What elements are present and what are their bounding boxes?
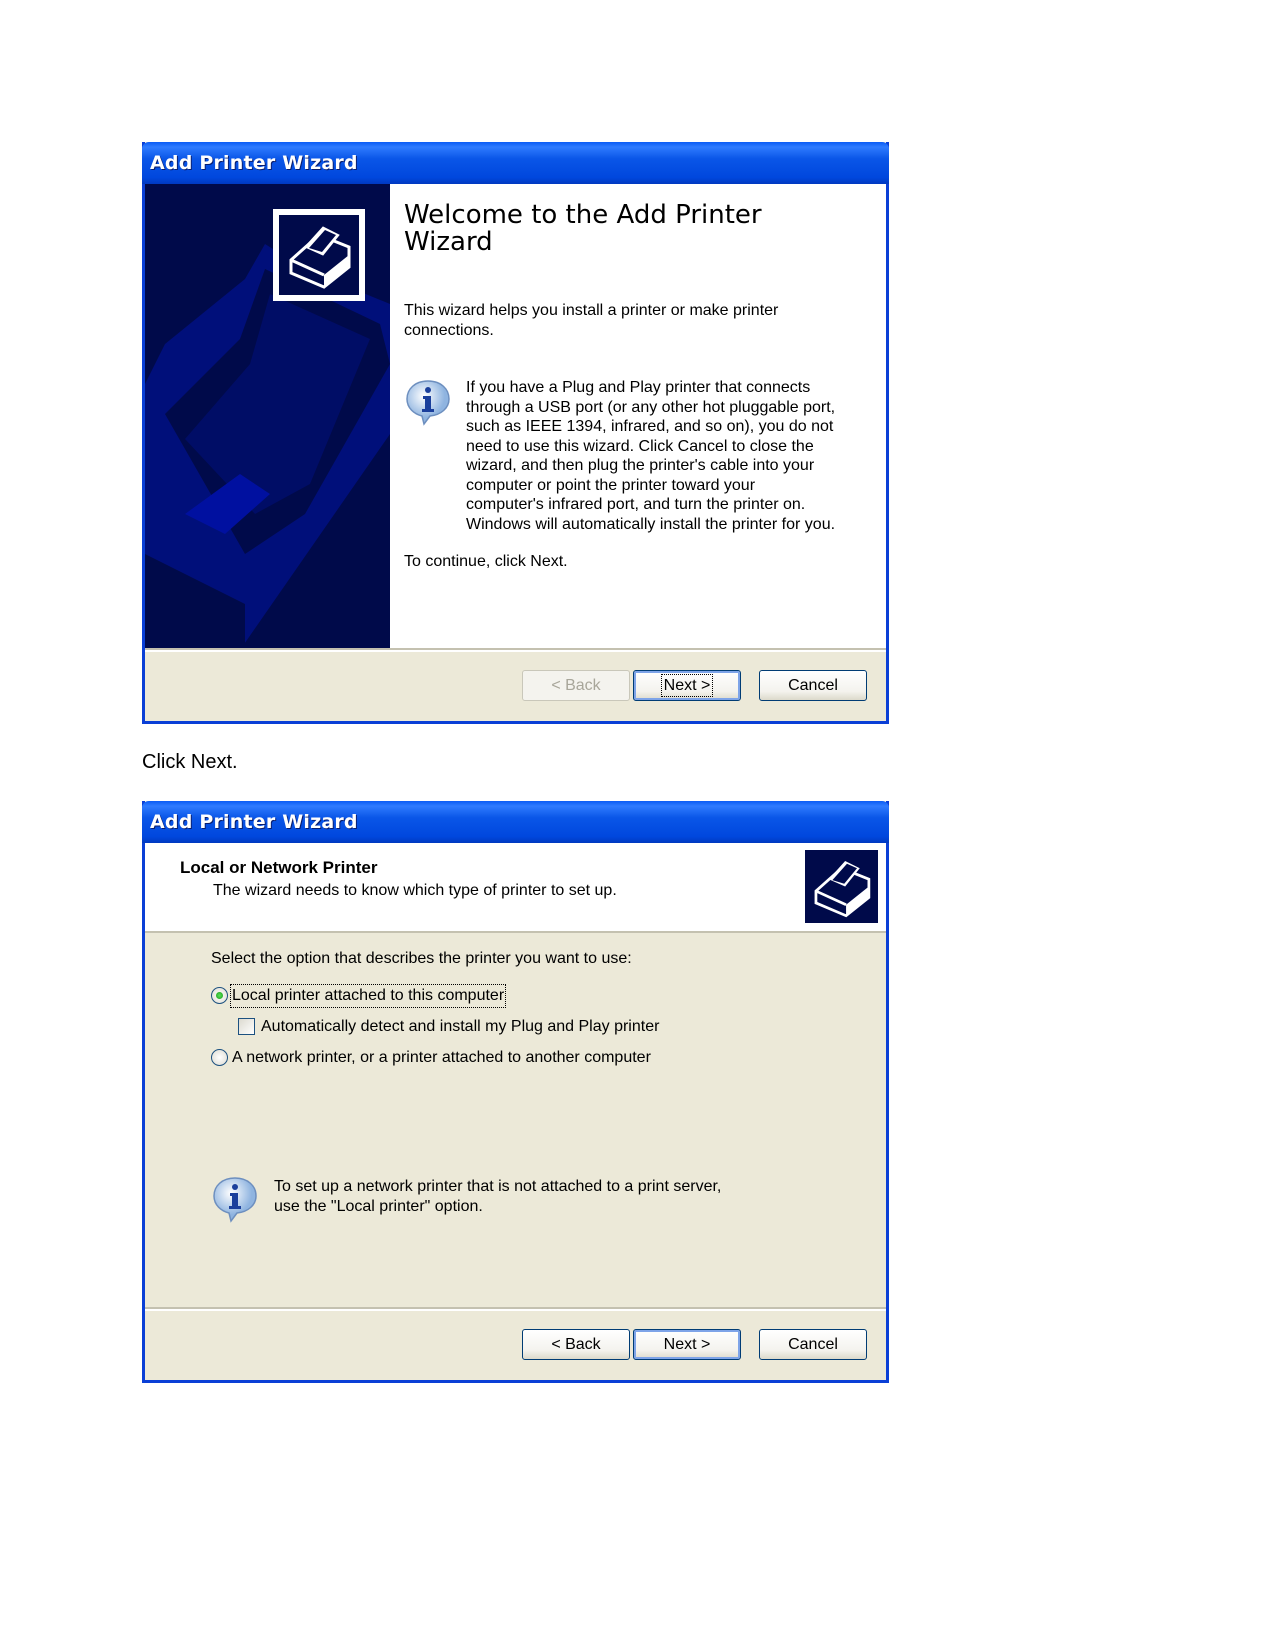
printer-type-wizard-dialog: Add Printer Wizard Local or Network Prin… (142, 801, 889, 1383)
title-bar: Add Printer Wizard (142, 142, 889, 184)
info-icon (213, 1177, 257, 1223)
printer-badge (273, 209, 365, 301)
info-text-line-1: To set up a network printer that is not … (274, 1178, 722, 1195)
info-icon (406, 380, 450, 426)
info-text: To set up a network printer that is not … (274, 1177, 744, 1216)
back-button[interactable]: < Back (522, 670, 630, 701)
intro-text: This wizard helps you install a printer … (404, 302, 779, 339)
wizard-content: Welcome to the Add Printer Wizard This w… (404, 184, 886, 650)
title-bar: Add Printer Wizard (142, 801, 889, 843)
auto-detect-label[interactable]: Automatically detect and install my Plug… (261, 1017, 659, 1037)
info-text-line-2: use the "Local printer" option. (274, 1197, 483, 1215)
next-button-label: Next > (660, 674, 714, 697)
instruction-caption: Click Next. (142, 751, 238, 773)
back-button[interactable]: < Back (522, 1329, 630, 1360)
network-printer-label[interactable]: A network printer, or a printer attached… (232, 1048, 651, 1068)
next-button[interactable]: Next > (633, 1329, 741, 1360)
wizard-heading: Welcome to the Add Printer Wizard (404, 200, 762, 257)
auto-detect-checkbox[interactable] (238, 1018, 255, 1036)
wizard-header: Local or Network Printer The wizard need… (145, 843, 886, 933)
printer-header-icon (805, 850, 878, 923)
header-subtitle: The wizard needs to know which type of p… (213, 882, 617, 899)
info-text: If you have a Plug and Play printer that… (466, 379, 836, 533)
wizard-sidebar-graphic (145, 184, 390, 650)
header-title: Local or Network Printer (180, 858, 378, 877)
wizard-body: Welcome to the Add Printer Wizard This w… (145, 184, 886, 650)
continue-text: To continue, click Next. (404, 553, 568, 570)
welcome-wizard-dialog: Add Printer Wizard Welcome to the Add Pr… (142, 142, 889, 724)
network-printer-option[interactable]: A network printer, or a printer attached… (211, 1048, 651, 1068)
printer-icon (814, 860, 871, 918)
next-button[interactable]: Next > (633, 670, 741, 701)
local-printer-radio[interactable] (211, 987, 228, 1005)
auto-detect-option[interactable]: Automatically detect and install my Plug… (238, 1017, 659, 1037)
footer-divider (145, 1307, 886, 1311)
printer-icon (289, 226, 351, 289)
local-printer-option[interactable]: Local printer attached to this computer (211, 984, 507, 1008)
option-prompt: Select the option that describes the pri… (211, 950, 632, 967)
footer-divider (145, 648, 886, 652)
local-printer-label[interactable]: Local printer attached to this computer (229, 984, 507, 1008)
cancel-button[interactable]: Cancel (759, 1329, 867, 1360)
network-printer-radio[interactable] (211, 1049, 228, 1067)
cancel-button[interactable]: Cancel (759, 670, 867, 701)
